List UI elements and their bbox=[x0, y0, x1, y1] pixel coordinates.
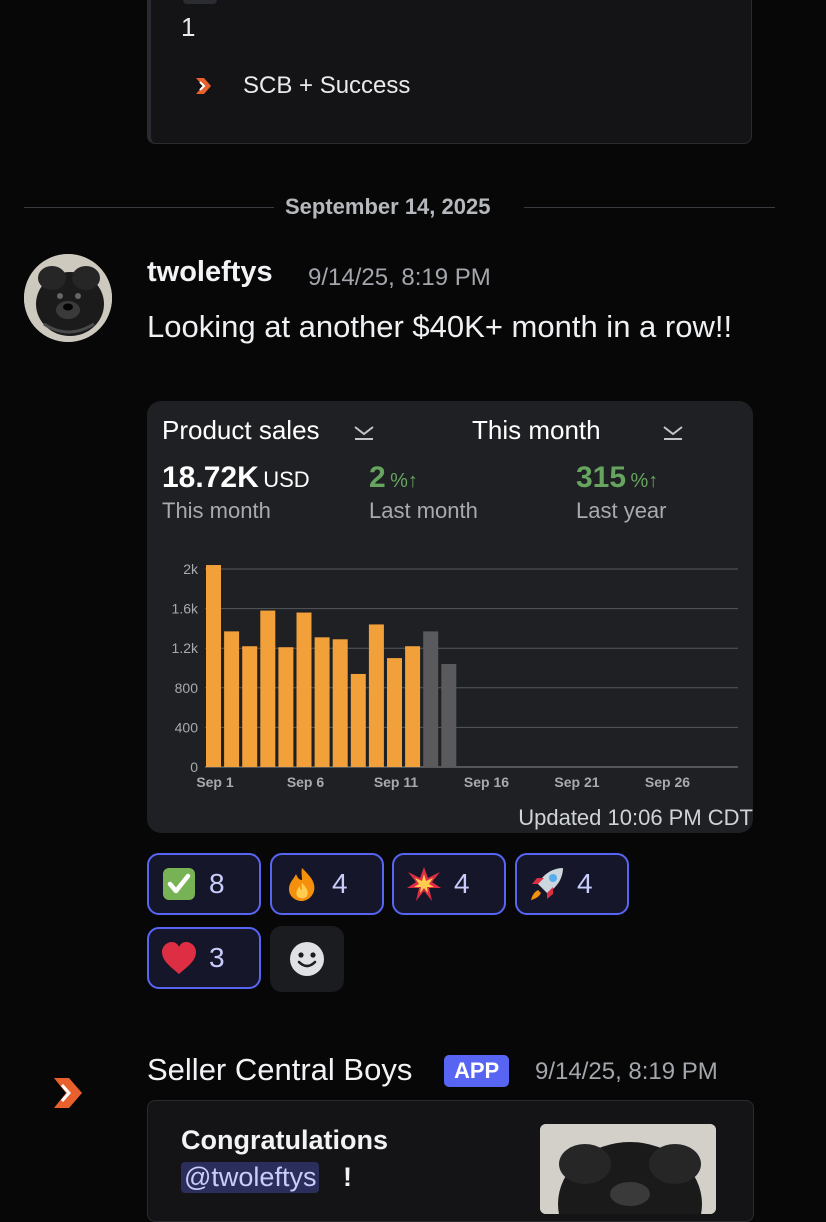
total-sales: 18.72K USD bbox=[162, 461, 310, 495]
rocket-icon bbox=[529, 866, 565, 902]
sales-bar[interactable] bbox=[278, 647, 294, 767]
reaction-check[interactable]: 8 bbox=[147, 853, 261, 915]
reaction-collision[interactable]: 4 bbox=[392, 853, 506, 915]
chevron-down-icon[interactable] bbox=[352, 423, 376, 446]
x-tick-label: Sep 6 bbox=[287, 774, 325, 790]
message-timestamp: 9/14/25, 8:19 PM bbox=[308, 264, 491, 291]
previous-embed-number: 1 bbox=[181, 12, 196, 42]
sales-bar[interactable] bbox=[224, 631, 240, 767]
x-tick-label: Sep 16 bbox=[464, 774, 509, 790]
y-tick-label: 0 bbox=[190, 759, 198, 775]
smiley-add-reaction-icon bbox=[289, 941, 325, 982]
sales-bar[interactable] bbox=[405, 646, 421, 767]
total-label: This month bbox=[162, 498, 271, 523]
metric-select-label[interactable]: Product sales bbox=[162, 415, 320, 446]
message-author[interactable]: twoleftys bbox=[147, 256, 273, 289]
sales-bar[interactable] bbox=[296, 612, 312, 767]
x-tick-label: Sep 21 bbox=[554, 774, 599, 790]
date-divider: September 14, 2025 bbox=[285, 194, 491, 219]
y-tick-label: 1.2k bbox=[172, 640, 199, 656]
collision-icon bbox=[406, 866, 442, 902]
projected-bar[interactable] bbox=[441, 664, 457, 767]
last-year-unit: %↑ bbox=[630, 470, 659, 492]
x-tick-label: Sep 11 bbox=[374, 774, 419, 790]
dog-avatar-icon[interactable] bbox=[24, 254, 112, 342]
reaction-count: 4 bbox=[332, 868, 348, 899]
reaction-count: 8 bbox=[209, 868, 225, 899]
last-month-change: 2 %↑ bbox=[369, 461, 418, 495]
sales-bar[interactable] bbox=[387, 658, 402, 767]
reaction-count: 4 bbox=[577, 868, 593, 899]
last-year-change: 315 %↑ bbox=[576, 461, 658, 495]
sales-bar[interactable] bbox=[368, 624, 384, 767]
divider-line-right bbox=[524, 207, 775, 208]
check-mark-icon bbox=[161, 866, 197, 902]
sales-bar[interactable] bbox=[314, 637, 330, 767]
reaction-count: 3 bbox=[209, 942, 225, 973]
total-unit: USD bbox=[263, 467, 310, 492]
chevron-logo-icon bbox=[193, 76, 213, 101]
last-month-value: 2 bbox=[369, 461, 386, 494]
sales-bar-chart: 0 400 800 1.2k 1.6k 2k Sep 1 Sep 6 Sep 11 Sep 16… bbox=[172, 561, 738, 790]
add-reaction-button[interactable] bbox=[270, 926, 344, 992]
last-month-label: Last month bbox=[369, 498, 478, 523]
last-year-value: 315 bbox=[576, 461, 627, 494]
reaction-heart[interactable]: 3 bbox=[147, 927, 261, 989]
previous-embed-link[interactable]: SCB + Success bbox=[243, 72, 410, 100]
sales-bar[interactable] bbox=[206, 565, 221, 767]
sales-bar[interactable] bbox=[242, 646, 258, 767]
author-name[interactable]: twoleftys bbox=[147, 256, 273, 288]
embed-title: Congratulations bbox=[181, 1125, 388, 1155]
previous-embed bbox=[147, 0, 752, 144]
y-tick-label: 800 bbox=[175, 680, 199, 696]
last-year-label: Last year bbox=[576, 498, 667, 523]
heart-icon bbox=[161, 940, 197, 976]
reaction-fire[interactable]: 4 bbox=[270, 853, 384, 915]
total-value: 18.72K bbox=[162, 461, 259, 494]
last-month-unit: %↑ bbox=[390, 470, 418, 492]
sales-bar[interactable] bbox=[350, 673, 366, 767]
chevron-down-icon[interactable] bbox=[661, 423, 685, 446]
reaction-count: 4 bbox=[454, 868, 470, 899]
app-badge: APP bbox=[444, 1055, 510, 1087]
sales-bar[interactable] bbox=[260, 610, 276, 767]
bot-timestamp: 9/14/25, 8:19 PM bbox=[535, 1058, 718, 1085]
sales-bar[interactable] bbox=[332, 639, 348, 767]
projected-bar[interactable] bbox=[423, 631, 439, 767]
fire-icon bbox=[284, 866, 320, 902]
y-tick-label: 1.6k bbox=[172, 601, 199, 617]
x-tick-label: Sep 26 bbox=[645, 774, 690, 790]
previous-embed-stub bbox=[183, 0, 217, 4]
reaction-rocket[interactable]: 4 bbox=[515, 853, 629, 915]
y-tick-label: 400 bbox=[175, 719, 199, 735]
bot-author[interactable]: Seller Central Boys bbox=[147, 1052, 412, 1088]
message-text: Looking at another $40K+ month in a row!… bbox=[147, 309, 733, 344]
divider-line-left bbox=[24, 207, 274, 208]
period-select-label[interactable]: This month bbox=[472, 415, 601, 446]
chevron-logo-icon[interactable] bbox=[51, 1076, 85, 1115]
x-tick-label: Sep 1 bbox=[196, 774, 234, 790]
sales-card: Product sales This month 18.72K USD This… bbox=[147, 401, 753, 833]
y-tick-label: 2k bbox=[183, 561, 199, 577]
updated-timestamp: Updated 10:06 PM CDT bbox=[518, 805, 753, 830]
embed-thumbnail-image[interactable] bbox=[540, 1124, 716, 1214]
user-mention[interactable]: @twoleftys bbox=[181, 1162, 320, 1193]
mention-suffix: ! bbox=[343, 1162, 352, 1192]
